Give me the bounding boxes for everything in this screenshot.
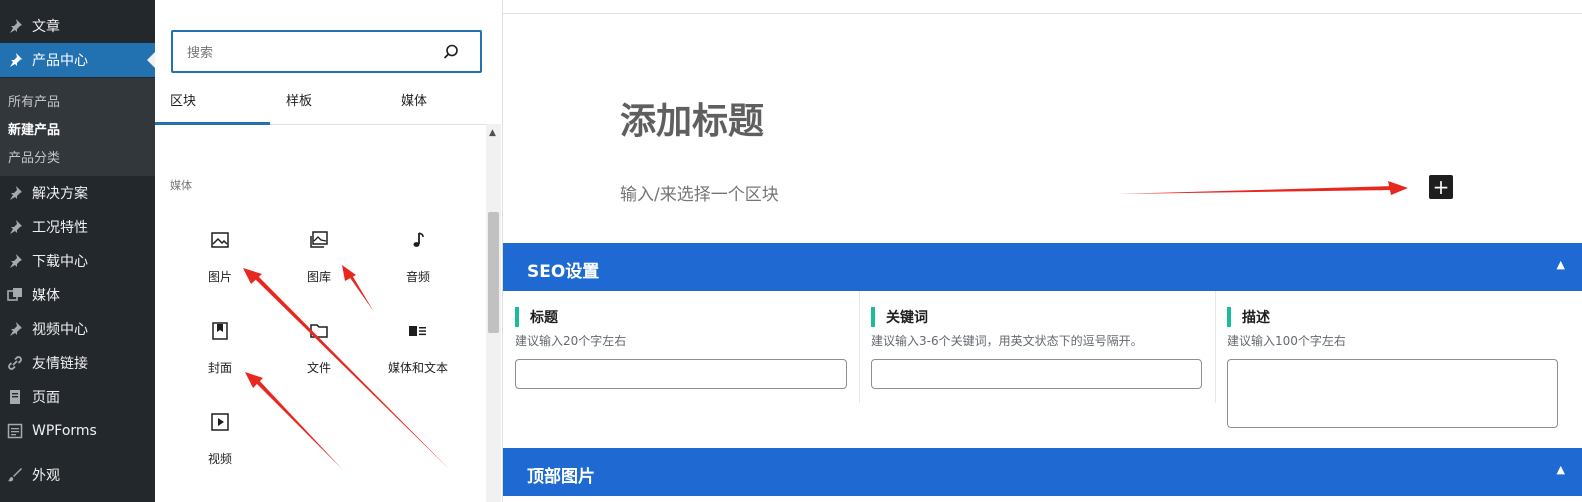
tab-blocks[interactable]: 区块 (170, 90, 196, 124)
sidebar-item-label: 页面 (32, 390, 60, 406)
block-label: 图库 (306, 270, 331, 284)
pin-icon (6, 320, 24, 338)
file-icon (310, 324, 328, 338)
field-label: 描述 (1242, 310, 1270, 326)
sidebar-item-solutions[interactable]: 解决方案 (0, 176, 155, 210)
seo-metabox-header[interactable]: SEO设置 ▲ (503, 243, 1582, 291)
sidebar-item-appearance[interactable]: 外观 (0, 458, 155, 492)
field-hint: 建议输入3-6个关键词，用英文状态下的逗号隔开。 (871, 334, 1143, 348)
search-icon[interactable] (442, 43, 460, 61)
collapse-arrow-icon[interactable]: ▲ (1557, 463, 1565, 476)
collapse-arrow-icon[interactable]: ▲ (1557, 258, 1565, 271)
field-accent-bar (871, 307, 875, 327)
sidebar-item-media[interactable]: 媒体 (0, 278, 155, 312)
column-divider (859, 291, 860, 403)
editor-canvas: 添加标题 输入/来选择一个区块 + SEO设置 ▲ 标题 建议输入20个字左右 … (503, 0, 1582, 502)
field-label: 标题 (530, 310, 558, 326)
top-image-metabox-header[interactable]: 顶部图片 ▲ (503, 448, 1582, 496)
seo-description-textarea[interactable] (1227, 359, 1558, 428)
field-hint: 建议输入20个字左右 (515, 334, 627, 348)
forms-icon (6, 422, 24, 440)
block-label: 媒体和文本 (387, 361, 448, 375)
submenu-new-product[interactable]: 新建产品 (8, 119, 60, 138)
sidebar-item-label: 下载中心 (32, 254, 88, 270)
block-image[interactable]: 图片 (171, 230, 269, 314)
scroll-up-arrow-icon[interactable]: ▲ (489, 128, 496, 138)
search-input[interactable] (185, 41, 439, 65)
field-accent-bar (515, 307, 519, 327)
add-block-button[interactable]: + (1429, 175, 1453, 199)
sidebar-item-label: 文章 (32, 19, 60, 35)
block-gallery[interactable]: 图库 (270, 230, 368, 314)
sidebar-item-wpforms[interactable]: WPForms (0, 414, 155, 448)
block-category-title: 媒体 (170, 179, 192, 192)
seo-field-title: 标题 建议输入20个字左右 (515, 291, 848, 448)
gallery-icon (310, 231, 328, 248)
sidebar-item-posts[interactable]: 文章 (0, 9, 155, 43)
block-label: 音频 (405, 270, 430, 284)
block-cover[interactable]: 封面 (171, 321, 269, 405)
plus-icon: + (1432, 175, 1450, 199)
media-icon (6, 286, 24, 304)
block-label: 文件 (306, 361, 331, 375)
pin-icon (6, 218, 24, 236)
field-hint: 建议输入100个字左右 (1227, 334, 1346, 348)
sidebar-item-label: 视频中心 (32, 322, 88, 338)
admin-sidebar: 文章 产品中心 所有产品 新建产品 产品分类 解决方案 工况特性 下载中心 媒体… (0, 0, 155, 502)
top-image-metabox-title: 顶部图片 (527, 467, 595, 487)
default-block-appender[interactable]: 输入/来选择一个区块 (620, 180, 779, 205)
pin-icon (6, 184, 24, 202)
seo-field-keywords: 关键词 建议输入3-6个关键词，用英文状态下的逗号隔开。 (871, 291, 1203, 448)
scrollbar-thumb[interactable] (488, 212, 499, 333)
sidebar-item-label: 解决方案 (32, 186, 88, 202)
video-icon (211, 413, 229, 431)
submenu-all-products[interactable]: 所有产品 (8, 91, 60, 110)
media-text-icon (409, 326, 426, 336)
cover-icon (212, 322, 228, 340)
audio-icon (413, 232, 424, 247)
seo-metabox-title: SEO设置 (527, 262, 600, 282)
brush-icon (6, 466, 24, 484)
sidebar-item-label: WPForms (32, 423, 97, 439)
image-icon (211, 232, 229, 248)
tab-media[interactable]: 媒体 (401, 90, 427, 124)
field-accent-bar (1227, 307, 1231, 327)
block-label: 封面 (207, 361, 232, 375)
block-inserter-panel: 区块 样板 媒体 ▲ 媒体 图片 图库 音频 封面 文件 媒体和文本 视频 (155, 0, 503, 502)
search-box (171, 30, 482, 73)
tab-patterns[interactable]: 样板 (286, 90, 312, 124)
block-media-text[interactable]: 媒体和文本 (369, 321, 467, 405)
sidebar-item-products[interactable]: 产品中心 (0, 43, 155, 77)
sidebar-item-pages[interactable]: 页面 (0, 380, 155, 414)
field-label: 关键词 (886, 310, 928, 326)
seo-field-description: 描述 建议输入100个字左右 (1227, 291, 1560, 448)
column-divider (1215, 291, 1216, 403)
pin-icon (6, 252, 24, 270)
header-divider (503, 13, 1582, 14)
block-file[interactable]: 文件 (270, 321, 368, 405)
sidebar-item-label: 友情链接 (32, 356, 88, 372)
sidebar-item-label: 外观 (32, 468, 60, 484)
seo-keywords-input[interactable] (871, 359, 1202, 389)
sidebar-item-conditions[interactable]: 工况特性 (0, 210, 155, 244)
block-label: 视频 (207, 452, 232, 466)
pin-icon (6, 51, 24, 69)
sidebar-item-label: 产品中心 (32, 53, 88, 69)
block-label: 图片 (207, 270, 232, 284)
seo-title-input[interactable] (515, 359, 847, 389)
sidebar-item-videos[interactable]: 视频中心 (0, 312, 155, 346)
sidebar-item-downloads[interactable]: 下载中心 (0, 244, 155, 278)
sidebar-item-label: 工况特性 (32, 220, 88, 236)
pin-icon (6, 17, 24, 35)
page-icon (6, 388, 24, 406)
products-submenu: 所有产品 新建产品 产品分类 (0, 78, 155, 176)
link-icon (6, 354, 24, 372)
block-audio[interactable]: 音频 (369, 230, 467, 314)
active-tab-indicator (155, 122, 270, 125)
block-video[interactable]: 视频 (171, 412, 269, 496)
post-title-input[interactable]: 添加标题 (620, 92, 764, 144)
submenu-product-categories[interactable]: 产品分类 (8, 147, 60, 166)
sidebar-item-label: 媒体 (32, 288, 60, 304)
sidebar-item-links[interactable]: 友情链接 (0, 346, 155, 380)
